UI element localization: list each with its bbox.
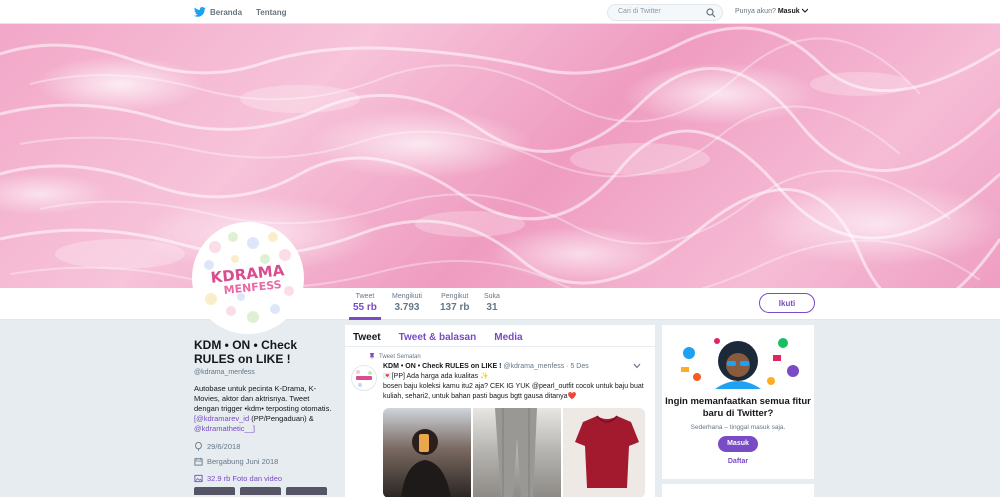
photo-red-top [575, 415, 639, 488]
stat-following-label: Mengikuti [392, 293, 422, 300]
profile-joined: Bergabung Juni 2018 [194, 457, 334, 466]
profile-stats-bar: Tweet 55 rb Mengikuti 3.793 Pengikut 137… [0, 288, 1000, 320]
chevron-down-icon[interactable] [801, 8, 808, 13]
bio-mention-kdramarev[interactable]: [@kdramarev_id [194, 414, 249, 423]
signup-illustration [681, 338, 799, 389]
pinned-indicator: Tweet Sematan [369, 353, 421, 360]
follow-button[interactable]: Ikuti [759, 293, 815, 313]
login-button[interactable]: Masuk [718, 436, 758, 452]
nav-left-group: Beranda Tentang [194, 0, 287, 24]
tweet-photo[interactable] [383, 408, 471, 497]
twitter-bird-icon [194, 7, 206, 17]
nav-about-link[interactable]: Tentang [256, 8, 287, 17]
tweet-photo[interactable] [473, 408, 561, 497]
stat-tweets[interactable]: Tweet 55 rb [349, 293, 381, 320]
timeline-tabs: Tweet Tweet & balasan Media [345, 325, 655, 347]
account-prompt: Punya akun? Masuk [735, 8, 808, 15]
profile-banner [0, 24, 1000, 288]
nav-about-label: Tentang [256, 7, 287, 17]
signup-card: Ingin memanfaatkan semua fitur baru di T… [662, 325, 814, 479]
tweet-photo[interactable] [563, 408, 645, 497]
water-ripple-pattern [0, 26, 1000, 288]
profile-handle[interactable]: @kdrama_menfess [194, 369, 334, 376]
account-question: Punya akun? [735, 8, 776, 15]
tweet-date[interactable]: · 5 Des [566, 363, 589, 370]
media-link-text: 32.9 rb Foto dan video [207, 474, 283, 483]
search-icon[interactable] [706, 8, 716, 18]
stat-likes[interactable]: Suka 31 [484, 293, 500, 313]
tweet-header: KDM • ON • Check RULES on LIKE ! @kdrama… [383, 363, 645, 370]
tweet-author[interactable]: KDM • ON • Check RULES on LIKE ! [383, 363, 501, 370]
tweet-avatar-art [356, 370, 372, 387]
profile-bio: Autobase untuk pecinta K-Drama, K-Movies… [194, 384, 334, 434]
stat-tweets-label: Tweet [355, 293, 375, 300]
nav-home-link[interactable]: Beranda [194, 7, 242, 17]
signup-link[interactable]: Daftar [662, 458, 814, 465]
profile-name[interactable]: KDM • ON • Check RULES on LIKE ! [194, 338, 334, 366]
secondary-card [662, 484, 814, 497]
photo-person-mirror [401, 429, 451, 497]
media-link[interactable]: 32.9 rb Foto dan video [194, 474, 334, 483]
tweet-handle[interactable]: @kdrama_menfess [503, 363, 564, 370]
birthday-text: 29/6/2018 [207, 442, 241, 451]
stat-following-value: 3.793 [394, 302, 420, 313]
tab-media[interactable]: Media [494, 332, 522, 346]
signup-card-title: Ingin memanfaatkan semua fitur baru di T… [665, 396, 811, 419]
bio-text: Autobase untuk pecinta K-Drama, K-Movies… [194, 384, 332, 413]
tweet-text-line2: bosen baju koleksi kamu itu2 aja? CEK IG… [383, 383, 644, 400]
stat-likes-value: 31 [486, 302, 498, 313]
avatar-artwork: KDRAMA MENFESS [195, 225, 301, 331]
tweet-avatar[interactable] [351, 365, 377, 391]
stat-followers[interactable]: Pengikut 137 rb [440, 293, 469, 313]
login-dropdown[interactable]: Masuk [778, 8, 800, 15]
media-thumbnails [194, 487, 334, 495]
pinned-label: Tweet Sematan [379, 353, 421, 360]
tab-tweets[interactable]: Tweet [353, 332, 381, 346]
photo-trousers [495, 408, 537, 497]
pin-icon [369, 353, 375, 360]
tweet-text-line1: 💌[PP] Ada harga ada kualitas ✨ [383, 373, 489, 380]
top-navigation-bar: Beranda Tentang Cari di Twitter Punya ak… [0, 0, 1000, 24]
media-thumbnail[interactable] [240, 487, 281, 495]
pinned-tweet[interactable]: KDM • ON • Check RULES on LIKE ! @kdrama… [383, 363, 645, 497]
chevron-down-icon[interactable] [633, 363, 641, 369]
bio-middle-text: (PP/Pengaduan) & [249, 414, 314, 423]
joined-text: Bergabung Juni 2018 [207, 457, 279, 466]
stat-followers-value: 137 rb [440, 302, 470, 313]
balloon-icon [195, 442, 202, 451]
media-thumbnail[interactable] [286, 487, 327, 495]
profile-birthday: 29/6/2018 [194, 442, 334, 451]
timeline: Tweet Tweet & balasan Media Tweet Semata… [345, 325, 655, 497]
nav-home-label: Beranda [210, 7, 243, 17]
tab-tweets-replies[interactable]: Tweet & balasan [399, 332, 477, 346]
tweet-media[interactable] [383, 408, 645, 497]
calendar-icon [194, 457, 203, 466]
photo-icon [194, 474, 203, 483]
stat-followers-label: Pengikut [441, 293, 469, 300]
search-input[interactable]: Cari di Twitter [607, 4, 723, 21]
bio-mention-kdramathetic[interactable]: @kdramathetic__] [194, 424, 255, 433]
search-placeholder: Cari di Twitter [618, 8, 661, 15]
profile-avatar[interactable]: KDRAMA MENFESS [192, 222, 304, 334]
stat-likes-label: Suka [484, 293, 500, 300]
stat-tweets-value: 55 rb [353, 302, 377, 313]
media-thumbnail[interactable] [194, 487, 235, 495]
stat-following[interactable]: Mengikuti 3.793 [392, 293, 422, 313]
profile-sidebar: KDM • ON • Check RULES on LIKE ! @kdrama… [194, 338, 334, 495]
signup-card-subtitle: Sederhana – tinggal masuk saja. [690, 424, 786, 431]
